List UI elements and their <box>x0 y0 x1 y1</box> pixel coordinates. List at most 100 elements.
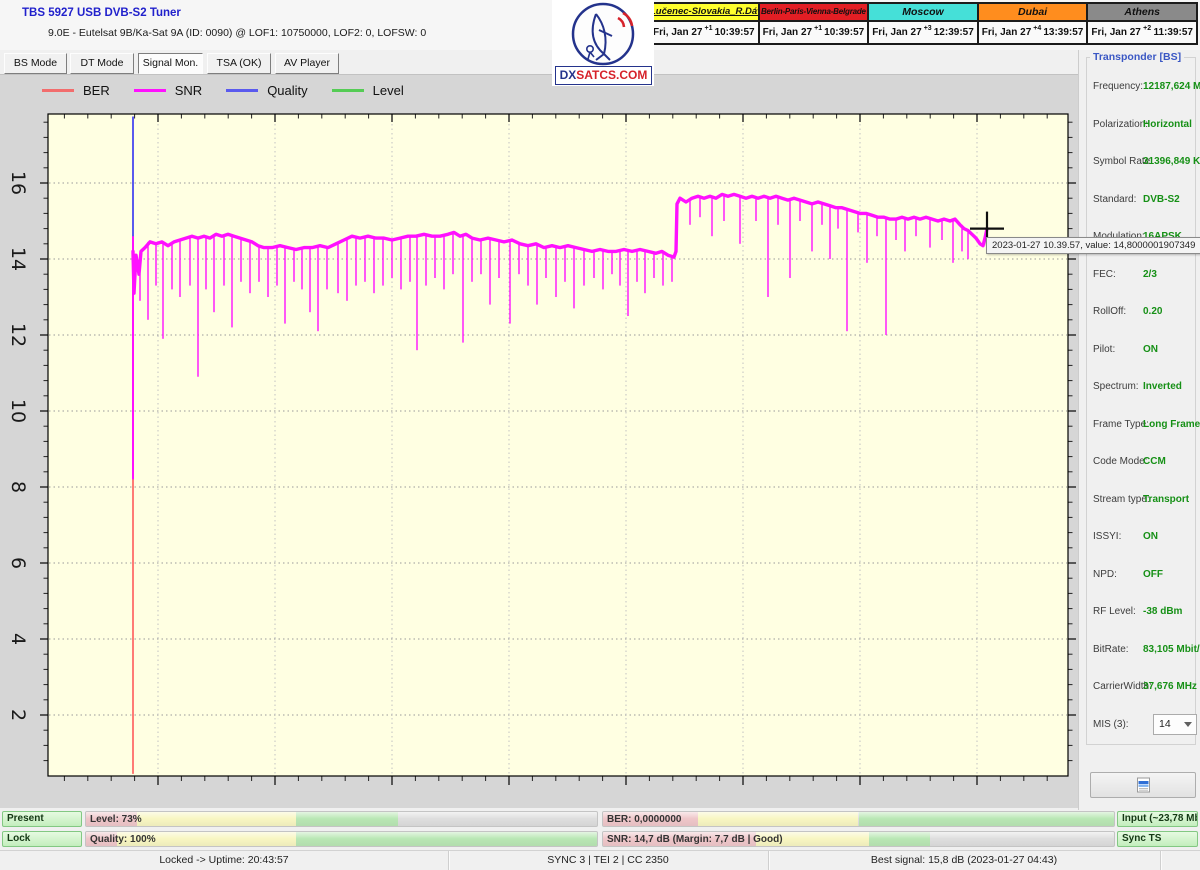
field-label: Polarization: <box>1093 119 1148 130</box>
clock-city-label: Dubai <box>979 4 1087 22</box>
field-value: 0.20 <box>1143 306 1162 317</box>
utc-offset: +1 <box>702 25 714 32</box>
app-window: TBS 5927 USB DVB-S2 Tuner 9.0E - Eutelsa… <box>0 0 1200 870</box>
tab-signal-mon-[interactable]: Signal Mon. <box>138 53 203 74</box>
field-label: Frequency: <box>1093 81 1143 92</box>
field-value: ON <box>1143 531 1158 542</box>
field-label: FEC: <box>1093 269 1116 280</box>
legend-line-swatch <box>134 89 166 92</box>
clock-time: 10:39:57 <box>824 27 864 38</box>
tab-bar: BS ModeDT ModeSignal Mon.TSA (OK)AV Play… <box>0 50 1078 74</box>
field-value: Long Frame <box>1143 419 1200 430</box>
field-value: 2/3 <box>1143 269 1157 280</box>
transponder-row-8: Spectrum:Inverted <box>1087 368 1195 406</box>
world-clocks: Lučenec-Slovakia_R.DávidFri, Jan 27+110:… <box>648 2 1198 45</box>
tab-av-player[interactable]: AV Player <box>275 53 339 74</box>
legend-line-swatch <box>226 89 258 92</box>
statusbar-panel-1: SYNC 3 | TEI 2 | CC 2350 <box>448 851 769 870</box>
field-value: CCM <box>1143 456 1166 467</box>
field-value: 83,105 Mbit/s <box>1143 644 1200 655</box>
transponder-row-11: Stream type:Transport <box>1087 481 1195 519</box>
gauge-label: Level: 73% <box>90 812 142 827</box>
transponder-row-15: BitRate:83,105 Mbit/s <box>1087 631 1195 669</box>
chevron-down-icon <box>1184 722 1192 727</box>
gauge-bar-right-1: SNR: 14,7 dB (Margin: 7,7 dB | Good) <box>602 831 1115 847</box>
statusbar-panel-2: Best signal: 15,8 dB (2023-01-27 04:43) <box>768 851 1161 870</box>
mis-row: MIS (3):14 <box>1087 706 1195 744</box>
status-badge-right-1: Sync TS <box>1117 831 1198 847</box>
tab-dt-mode[interactable]: DT Mode <box>70 53 134 74</box>
gauge-bar-left-0: Level: 73% <box>85 811 598 827</box>
transponder-row-6: RollOff: 0.20 <box>1087 293 1195 331</box>
clock-time: 12:39:57 <box>934 27 974 38</box>
transponder-row-5: FEC: 2/3 <box>1087 256 1195 294</box>
utc-offset: +2 <box>1141 25 1154 32</box>
dxsatcs-logo: DXSATCS.COM <box>552 0 654 86</box>
value-tooltip: 2023-01-27 10.39.57, value: 14,800000190… <box>986 237 1200 254</box>
legend-label: BER <box>83 83 110 98</box>
clock-city-label: Lučenec-Slovakia_R.Dávid <box>650 4 758 22</box>
tab-tsa-ok-[interactable]: TSA (OK) <box>207 53 271 74</box>
status-badge-lock: Lock <box>2 831 82 847</box>
field-label: Frame Type: <box>1093 419 1149 430</box>
transponder-row-16: CarrierWidth:37,676 MHz <box>1087 668 1195 706</box>
clock-date: Fri, Jan 27 <box>872 27 921 38</box>
signal-gauges: PresentLevel: 73%BER: 0,0000000Input (~2… <box>0 810 1200 850</box>
gauge-bar-left-1: Quality: 100% <box>85 831 598 847</box>
satellite-dish-icon <box>552 0 654 66</box>
mis-dropdown[interactable]: 14 <box>1153 714 1197 735</box>
clock-datetime: Fri, Jan 27+110:39:57 <box>760 22 868 43</box>
utc-offset: +3 <box>922 25 934 32</box>
legend-label: Level <box>373 83 404 98</box>
field-value: 37,676 MHz <box>1143 681 1197 692</box>
clock-0: Lučenec-Slovakia_R.DávidFri, Jan 27+110:… <box>650 4 758 43</box>
mis-selected-value: 14 <box>1159 718 1171 730</box>
field-label: Spectrum: <box>1093 381 1139 392</box>
field-value: ON <box>1143 344 1158 355</box>
clock-city-label: Athens <box>1088 4 1196 22</box>
legend-item-snr: SNR <box>134 83 202 98</box>
svg-text:12: 12 <box>7 323 29 347</box>
transponder-row-14: RF Level:-38 dBm <box>1087 593 1195 631</box>
utc-offset: +4 <box>1031 25 1043 32</box>
field-value: Transport <box>1143 494 1189 505</box>
tab-bs-mode[interactable]: BS Mode <box>4 53 67 74</box>
svg-text:2: 2 <box>7 709 29 721</box>
signal-plot[interactable]: 161412108642 <box>0 75 1078 809</box>
clock-2: MoscowFri, Jan 27+312:39:57 <box>867 4 977 43</box>
clock-1: Berlin-Paris-Vienna-BelgradeFri, Jan 27+… <box>758 4 868 43</box>
tuner-subtitle: 9.0E - Eutelsat 9B/Ka-Sat 9A (ID: 0090) … <box>48 27 426 39</box>
field-label: NPD: <box>1093 569 1117 580</box>
field-value: OFF <box>1143 569 1163 580</box>
transponder-sidebar: Transponder [BS] Frequency:12187,624 MHz… <box>1078 50 1200 810</box>
legend-item-level: Level <box>332 83 404 98</box>
gauge-label: Quality: 100% <box>90 832 156 847</box>
status-badge-right-0: Input (~23,78 Mbps) <box>1117 811 1198 827</box>
svg-text:4: 4 <box>7 633 29 645</box>
clock-datetime: Fri, Jan 27+110:39:57 <box>650 22 758 43</box>
clock-date: Fri, Jan 27 <box>1091 27 1140 38</box>
legend-item-ber: BER <box>42 83 110 98</box>
gauge-shine <box>86 832 597 846</box>
field-label: Code Mode: <box>1093 456 1147 467</box>
svg-text:14: 14 <box>7 247 29 271</box>
clock-date: Fri, Jan 27 <box>763 27 812 38</box>
transponder-row-10: Code Mode:CCM <box>1087 443 1195 481</box>
clock-time: 11:39:57 <box>1153 27 1192 38</box>
field-value: 31396,849 KS/s <box>1143 156 1200 167</box>
gauge-label: BER: 0,0000000 <box>607 812 682 827</box>
gauge-bar-right-0: BER: 0,0000000 <box>602 811 1115 827</box>
legend-label: Quality <box>267 83 307 98</box>
legend-label: SNR <box>175 83 202 98</box>
field-label: RollOff: <box>1093 306 1126 317</box>
clock-date: Fri, Jan 27 <box>982 27 1031 38</box>
svg-text:6: 6 <box>7 557 29 569</box>
field-label: RF Level: <box>1093 606 1136 617</box>
transponder-row-12: ISSYI:ON <box>1087 518 1195 556</box>
field-label: Standard: <box>1093 194 1136 205</box>
stream-list-button[interactable] <box>1090 772 1196 798</box>
transponder-row-0: Frequency:12187,624 MHz <box>1087 68 1195 106</box>
transponder-row-2: Symbol Rate:31396,849 KS/s <box>1087 143 1195 181</box>
legend-item-quality: Quality <box>226 83 307 98</box>
gauge-shine <box>86 812 597 826</box>
